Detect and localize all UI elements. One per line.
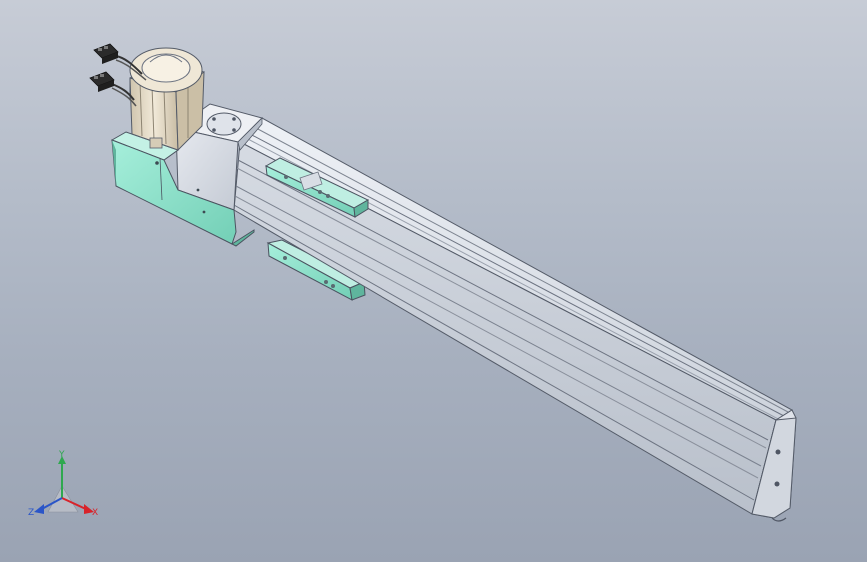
power-cable[interactable] <box>89 71 137 107</box>
z-axis-label: Z <box>28 508 34 518</box>
z-axis-arrowhead-icon <box>34 504 44 514</box>
servo-motor[interactable] <box>129 47 205 152</box>
y-axis-label: Y <box>58 450 65 460</box>
orientation-triad[interactable]: Y X Z <box>26 448 106 528</box>
x-axis-label: X <box>92 508 98 518</box>
linear-actuator-model[interactable] <box>0 0 867 562</box>
cad-viewport[interactable]: Y X Z <box>0 0 867 562</box>
